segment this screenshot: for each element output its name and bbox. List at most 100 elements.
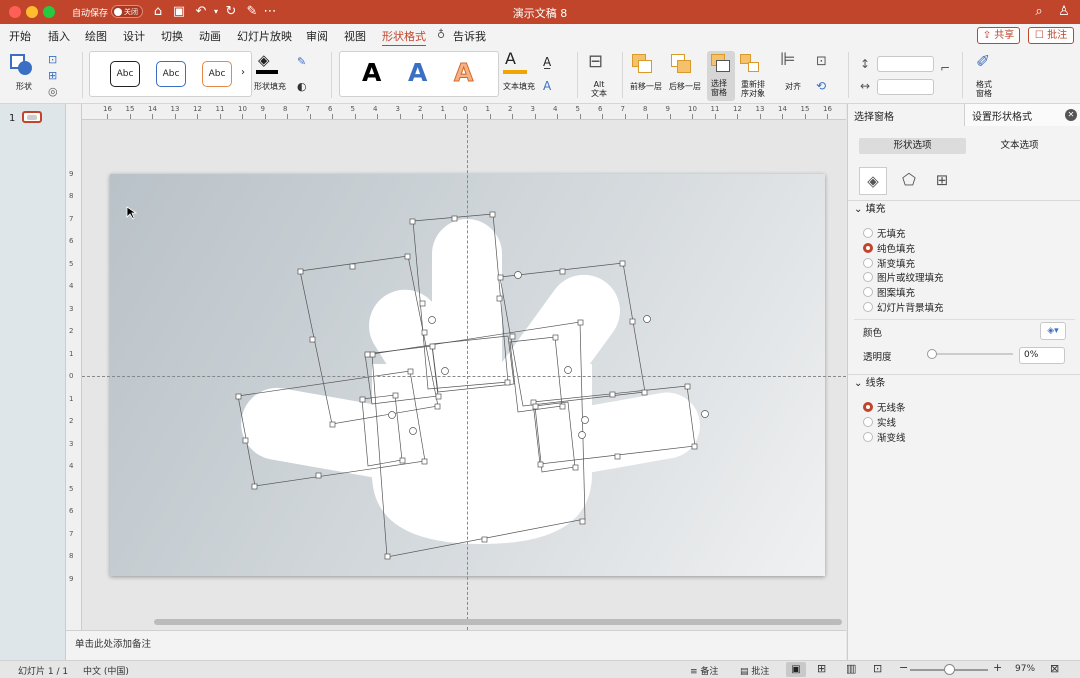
close-pane-icon[interactable]: ✕: [1065, 109, 1077, 121]
zoom-in-icon[interactable]: +: [993, 661, 1002, 674]
fit-to-window-icon[interactable]: ⊠: [1050, 662, 1059, 675]
edit-shape-icon[interactable]: ⊡: [48, 52, 57, 68]
align-icon[interactable]: ⊫: [780, 51, 796, 69]
fill-collapse-icon: ⌄: [854, 204, 866, 215]
text-fill-label[interactable]: 文本填充: [503, 82, 535, 91]
tab-home[interactable]: 开始: [9, 28, 31, 44]
transparency-label: 透明度: [863, 352, 892, 363]
wordart-style-2[interactable]: A: [408, 58, 427, 87]
line-option-gradient[interactable]: 渐变线: [863, 430, 906, 444]
size-properties-icon[interactable]: ⊞: [928, 167, 956, 195]
reorder-objects-icon[interactable]: [740, 54, 762, 74]
tab-insert[interactable]: 插入: [48, 28, 70, 44]
text-effects-icon[interactable]: A: [543, 78, 551, 94]
comments-button[interactable]: ☐ 批注: [1028, 27, 1074, 44]
share-button[interactable]: ⇪ 共享: [977, 27, 1020, 44]
search-icon[interactable]: ⌕: [1031, 4, 1047, 20]
tab-draw[interactable]: 绘图: [85, 28, 107, 44]
text-fill-icon[interactable]: A: [505, 51, 516, 67]
tab-selection-pane[interactable]: 选择窗格: [854, 108, 894, 123]
slide-thumbnail[interactable]: [22, 111, 42, 123]
zoom-level[interactable]: 97%: [1015, 664, 1035, 674]
selection-pane-button[interactable]: 选择 窗格: [707, 51, 735, 101]
format-pane-label[interactable]: 格式 窗格: [976, 80, 992, 98]
shape-height-input[interactable]: [877, 56, 934, 72]
transparency-input[interactable]: 0%: [1019, 347, 1065, 364]
text-box-icon[interactable]: ⊞: [48, 68, 57, 84]
alt-text-icon[interactable]: ⊟: [588, 53, 603, 71]
send-backward-label[interactable]: 后移一层: [669, 82, 701, 91]
align-label[interactable]: 对齐: [785, 82, 801, 91]
line-option-solid[interactable]: 实线: [863, 415, 896, 429]
shape-style-1[interactable]: Abc: [110, 61, 140, 87]
text-outline-icon[interactable]: A̲: [543, 54, 551, 70]
shape-outline-icon[interactable]: ✎: [297, 54, 306, 70]
fill-option-picture[interactable]: 图片或纹理填充: [863, 270, 944, 284]
bring-forward-icon[interactable]: [632, 54, 654, 74]
vertical-guide[interactable]: [467, 120, 468, 630]
reorder-objects-label[interactable]: 重新排 序对象: [741, 80, 765, 98]
zoom-out-icon[interactable]: −: [899, 661, 908, 674]
shape-effects-icon[interactable]: ◐: [297, 79, 307, 95]
tab-tell-me[interactable]: 告诉我: [453, 28, 486, 44]
line-section-header[interactable]: ⌄ 线条: [848, 374, 1080, 392]
notes-button[interactable]: ≡ 备注: [690, 664, 718, 677]
zoom-slider[interactable]: [910, 664, 988, 675]
rotate-icon[interactable]: ⟲: [816, 78, 826, 94]
tab-format-shape[interactable]: 设置形状格式 ✕: [964, 104, 1080, 126]
shape-width-input[interactable]: [877, 79, 934, 95]
wordart-style-1[interactable]: A: [362, 58, 381, 87]
tab-view[interactable]: 视图: [344, 28, 366, 44]
ruler-tick-label: 5: [575, 105, 580, 113]
tab-review[interactable]: 审阅: [306, 28, 328, 44]
shapes-button[interactable]: [10, 54, 32, 76]
tab-transitions[interactable]: 切换: [161, 28, 183, 44]
language-indicator[interactable]: 中文 (中国): [83, 664, 129, 677]
fill-line-icon[interactable]: ◈: [859, 167, 887, 195]
shape-style-3[interactable]: Abc: [202, 61, 232, 87]
transparency-slider-thumb[interactable]: [927, 349, 937, 359]
slide-sorter-icon[interactable]: ⊞: [817, 662, 826, 675]
shape-fill-label[interactable]: 形状填充: [254, 82, 286, 91]
text-options-tab[interactable]: 文本选项: [966, 138, 1073, 154]
lock-aspect-icon[interactable]: ⌐: [940, 60, 950, 76]
account-icon[interactable]: ♙: [1056, 4, 1072, 20]
gallery-expand-icon[interactable]: ›: [241, 67, 245, 78]
ruler-tick-label: 7: [620, 105, 625, 113]
tab-animations[interactable]: 动画: [199, 28, 221, 44]
tab-shape-format[interactable]: 形状格式: [382, 28, 426, 47]
tab-design[interactable]: 设计: [123, 28, 145, 44]
comments-status-button[interactable]: ▤ 批注: [740, 664, 769, 677]
shape-style-2[interactable]: Abc: [156, 61, 186, 87]
notes-placeholder: 单击此处添加备注: [75, 639, 152, 650]
fill-option-solid[interactable]: 纯色填充: [863, 241, 915, 255]
alt-text-label[interactable]: Alt 文本: [591, 80, 607, 98]
format-pane-icon[interactable]: ✐: [976, 54, 990, 71]
shape-options-tab[interactable]: 形状选项: [859, 138, 966, 154]
normal-view-icon[interactable]: ▣: [786, 662, 806, 677]
zoom-slider-thumb[interactable]: [944, 664, 955, 675]
line-option-none[interactable]: 无线条: [863, 400, 906, 414]
wordart-style-3[interactable]: A: [453, 58, 473, 88]
paint-bucket-icon[interactable]: ◈: [258, 52, 270, 68]
transparency-slider[interactable]: [927, 349, 1013, 359]
color-picker-button[interactable]: ◈▾: [1040, 322, 1066, 340]
reading-view-icon[interactable]: ▥: [846, 662, 856, 675]
merge-shapes-icon[interactable]: ◎: [48, 84, 58, 100]
tab-slideshow[interactable]: 幻灯片放映: [237, 28, 292, 44]
fill-section-header[interactable]: ⌄ 填充: [848, 200, 1080, 218]
fill-option-none[interactable]: 无填充: [863, 226, 906, 240]
fill-option-pattern[interactable]: 图案填充: [863, 285, 915, 299]
shape-height-icon: ↕: [860, 57, 871, 71]
notes-area[interactable]: 单击此处添加备注: [66, 630, 846, 660]
fill-option-gradient[interactable]: 渐变填充: [863, 256, 915, 270]
slideshow-icon[interactable]: ⊡: [873, 662, 882, 675]
ruler-tick-label: 15: [125, 105, 135, 113]
fill-option-slide-background[interactable]: 幻灯片背景填充: [863, 300, 944, 314]
send-backward-icon[interactable]: [671, 54, 693, 74]
group-icon[interactable]: ⊡: [816, 54, 827, 70]
effects-icon[interactable]: ⬠: [895, 167, 923, 195]
bring-forward-label[interactable]: 前移一层: [630, 82, 662, 91]
horizontal-guide[interactable]: [82, 376, 846, 377]
horizontal-scrollbar[interactable]: [154, 619, 842, 625]
